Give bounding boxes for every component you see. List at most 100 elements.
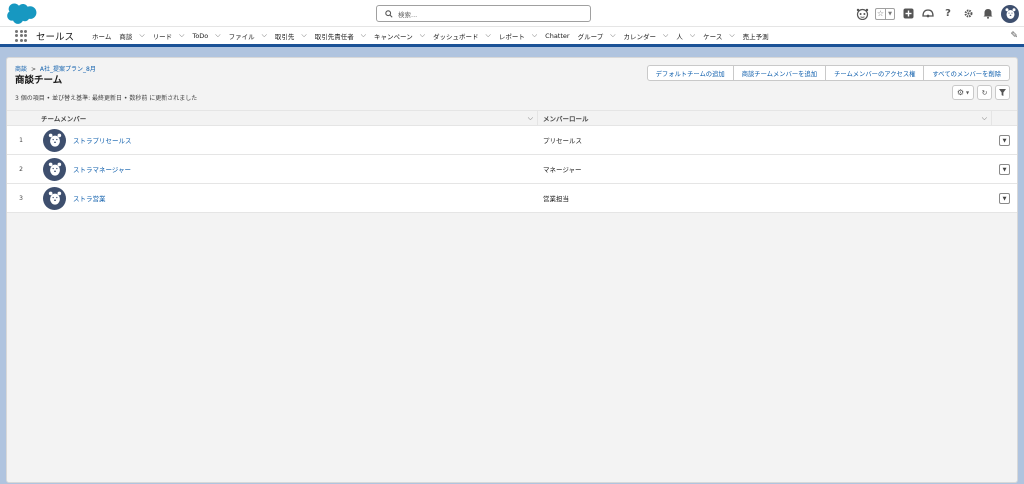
- chevron-down-icon: ▼: [966, 90, 970, 95]
- list-tools: ⚙ ▼ ↻: [952, 85, 1010, 100]
- nav-item-people[interactable]: 人 ⌵: [676, 31, 695, 41]
- nav-item-todo[interactable]: ToDo ⌵: [192, 31, 220, 40]
- help-icon[interactable]: ?: [941, 7, 955, 21]
- nav-item-calendar[interactable]: カレンダー ⌵: [624, 31, 669, 41]
- chevron-down-icon[interactable]: ⌵: [610, 31, 615, 40]
- nav-item-label: ダッシュボード: [433, 32, 479, 41]
- chevron-down-icon[interactable]: ⌵: [301, 31, 306, 40]
- row-action-menu[interactable]: ▼: [999, 193, 1010, 204]
- nav-item-label: カレンダー: [623, 32, 657, 41]
- row-action-menu[interactable]: ▼: [999, 164, 1010, 175]
- search-placeholder: 検索...: [398, 10, 418, 19]
- chevron-down-icon[interactable]: ▼: [885, 8, 894, 19]
- column-header-label: チームメンバー: [41, 115, 87, 123]
- nav-item-label: レポート: [498, 32, 525, 41]
- related-list-card: 商談 > A社_提案プラン_8月 商談チーム 3 個の項目 • 並び替え基準: …: [6, 57, 1018, 483]
- star-icon[interactable]: ☆: [876, 9, 885, 19]
- chevron-down-icon: ▼: [1002, 166, 1007, 173]
- global-create-icon[interactable]: [901, 7, 915, 21]
- nav-item-label: 人: [676, 32, 683, 41]
- chevron-down-icon[interactable]: ⌵: [663, 31, 668, 40]
- nav-item-reports[interactable]: レポート ⌵: [499, 31, 537, 41]
- chevron-down-icon[interactable]: ⌵: [532, 31, 537, 40]
- nav-items: ホーム 商談 ⌵ リード ⌵ ToDo ⌵ ファイル ⌵ 取引先 ⌵ 取引先責任者 ⌵ キャ…: [92, 31, 777, 41]
- user-avatar[interactable]: [1001, 4, 1019, 23]
- nav-item-label: Chatter: [545, 31, 570, 40]
- member-role: マネージャー: [543, 166, 582, 174]
- chevron-down-icon: ▼: [1002, 195, 1007, 202]
- avatar: [43, 157, 66, 181]
- nav-item-home[interactable]: ホーム: [92, 31, 111, 41]
- chevron-down-icon[interactable]: ⌵: [361, 31, 366, 40]
- chevron-down-icon: ▼: [1002, 137, 1007, 144]
- nav-item-label: ファイル: [228, 32, 255, 41]
- nav-item-campaigns[interactable]: キャンペーン ⌵: [374, 31, 425, 41]
- nav-item-chatter[interactable]: Chatter: [545, 32, 569, 40]
- member-role: プリセールス: [543, 137, 582, 145]
- member-name-link[interactable]: ストラ営業: [73, 193, 106, 203]
- salesforce-logo[interactable]: [7, 3, 39, 24]
- chevron-down-icon[interactable]: ⌵: [486, 31, 491, 40]
- column-header-member-role[interactable]: メンバーロール ⌵: [538, 111, 992, 125]
- nav-item-groups[interactable]: グループ ⌵: [578, 31, 616, 41]
- chevron-down-icon[interactable]: ⌵: [420, 31, 425, 40]
- nav-item-accounts[interactable]: 取引先 ⌵: [275, 31, 307, 41]
- chevron-down-icon[interactable]: ⌵: [690, 31, 695, 40]
- page-title: 商談チーム: [15, 75, 63, 86]
- chevron-down-icon[interactable]: ⌵: [139, 31, 144, 40]
- bell-icon[interactable]: [981, 7, 995, 21]
- list-settings-button[interactable]: ⚙ ▼: [952, 85, 974, 100]
- gear-icon[interactable]: [961, 7, 975, 21]
- list-meta-info: 3 個の項目 • 並び替え基準: 最終更新日 • 数秒前 に更新されました: [15, 95, 198, 102]
- row-number: 2: [19, 165, 23, 173]
- edit-nav-icon[interactable]: ✎: [1010, 31, 1018, 41]
- remove-all-members-button[interactable]: すべてのメンバーを削除: [923, 65, 1010, 81]
- add-default-team-button[interactable]: デフォルトチームの追加: [646, 65, 734, 81]
- member-access-button[interactable]: チームメンバーのアクセス権: [825, 65, 925, 81]
- chevron-down-icon[interactable]: ⌵: [179, 31, 184, 40]
- column-header-team-member[interactable]: チームメンバー ⌵: [7, 111, 538, 125]
- nav-item-label: キャンペーン: [374, 32, 413, 41]
- global-header: 検索... ☆ ▼ ?: [0, 0, 1024, 27]
- utility-icons: ☆ ▼ ?: [855, 3, 1019, 24]
- nav-item-label: 取引先: [274, 32, 295, 41]
- nav-item-label: ホーム: [92, 32, 112, 41]
- member-name-link[interactable]: ストラマネージャー: [73, 164, 131, 174]
- chevron-down-icon[interactable]: ⌵: [528, 114, 533, 123]
- nav-item-label: グループ: [577, 32, 604, 41]
- chevron-down-icon[interactable]: ⌵: [215, 31, 220, 40]
- nav-item-cases[interactable]: ケース ⌵: [703, 31, 735, 41]
- member-role: 営業担当: [543, 195, 569, 203]
- list-header: 商談 > A社_提案プラン_8月 商談チーム 3 個の項目 • 並び替え基準: …: [7, 58, 1017, 110]
- nav-item-dashboards[interactable]: ダッシュボード ⌵: [433, 31, 491, 41]
- nav-item-forecasts[interactable]: 売上予測: [743, 31, 769, 41]
- avatar: [43, 128, 66, 152]
- row-action-menu[interactable]: ▼: [999, 135, 1010, 146]
- global-search-input[interactable]: 検索...: [376, 5, 591, 22]
- member-name-link[interactable]: ストラプリセールス: [73, 135, 132, 145]
- nav-item-label: 売上予測: [742, 32, 769, 41]
- chevron-down-icon[interactable]: ⌵: [729, 31, 734, 40]
- add-team-members-button[interactable]: 商談チームメンバーを追加: [732, 65, 827, 81]
- trailhead-icon[interactable]: [921, 7, 935, 21]
- table-row: 1 ストラプリセールス プリセールス ▼: [7, 126, 1017, 155]
- app-launcher-icon[interactable]: [15, 29, 27, 42]
- nav-item-files[interactable]: ファイル ⌵: [229, 31, 267, 41]
- avatar: [43, 186, 66, 210]
- nav-item-leads[interactable]: リード ⌵: [153, 31, 185, 41]
- chevron-down-icon[interactable]: ⌵: [982, 114, 987, 123]
- nav-item-contacts[interactable]: 取引先責任者 ⌵: [315, 31, 366, 41]
- member-cell: ストラプリセールス: [35, 128, 538, 152]
- row-number: 3: [19, 194, 23, 202]
- member-cell: ストラマネージャー: [35, 157, 538, 181]
- nav-item-label: ToDo: [192, 31, 209, 40]
- nav-item-opportunities[interactable]: 商談 ⌵: [119, 31, 144, 41]
- chevron-down-icon[interactable]: ⌵: [262, 31, 267, 40]
- filter-button[interactable]: [995, 85, 1010, 100]
- gear-icon: ⚙: [956, 88, 965, 97]
- einstein-icon[interactable]: [855, 7, 869, 21]
- table-row: 3 ストラ営業 営業担当 ▼: [7, 184, 1017, 213]
- table-row: 2 ストラマネージャー マネージャー ▼: [7, 155, 1017, 184]
- refresh-button[interactable]: ↻: [977, 85, 992, 100]
- nav-item-label: リード: [152, 32, 173, 41]
